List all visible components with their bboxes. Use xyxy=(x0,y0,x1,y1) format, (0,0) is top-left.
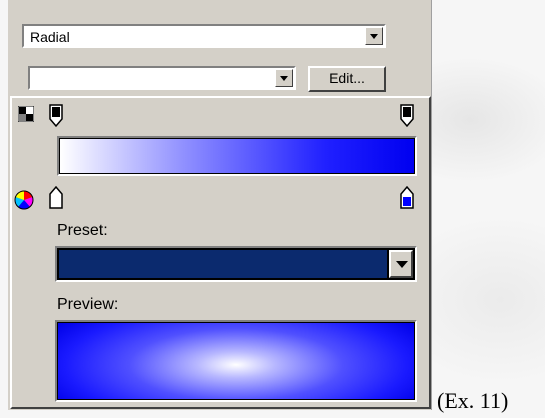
gradient-preview xyxy=(55,320,417,402)
gradient-preset-dropdown-button[interactable] xyxy=(275,69,293,87)
gradient-type-value: Radial xyxy=(30,29,70,45)
color-wheel-icon[interactable] xyxy=(14,190,34,210)
gradient-bar[interactable] xyxy=(57,136,417,176)
preview-label: Preview: xyxy=(57,296,119,313)
gradient-preview-fill xyxy=(58,323,414,399)
gradient-editor-popup: Preset: Preview: xyxy=(10,96,431,409)
gradient-preset-select[interactable] xyxy=(28,66,296,90)
color-stop-right-icon[interactable] xyxy=(399,186,415,210)
preset-dropdown-button[interactable] xyxy=(389,250,413,278)
preset-label: Preset: xyxy=(57,222,108,239)
example-caption: (Ex. 11) xyxy=(437,388,509,413)
edit-button[interactable]: Edit... xyxy=(308,66,386,92)
opacity-stop-left-icon[interactable] xyxy=(48,104,64,128)
color-stop-left-icon[interactable] xyxy=(48,186,64,210)
gradient-type-select[interactable]: Radial xyxy=(22,24,386,48)
opacity-stop-right-icon[interactable] xyxy=(399,104,415,128)
transparency-checker-icon[interactable] xyxy=(18,106,34,122)
preset-color-swatch xyxy=(59,250,387,278)
gradient-type-dropdown-button[interactable] xyxy=(365,27,383,45)
preset-color-select[interactable] xyxy=(55,246,417,282)
gradient-bar-fill xyxy=(60,139,414,173)
